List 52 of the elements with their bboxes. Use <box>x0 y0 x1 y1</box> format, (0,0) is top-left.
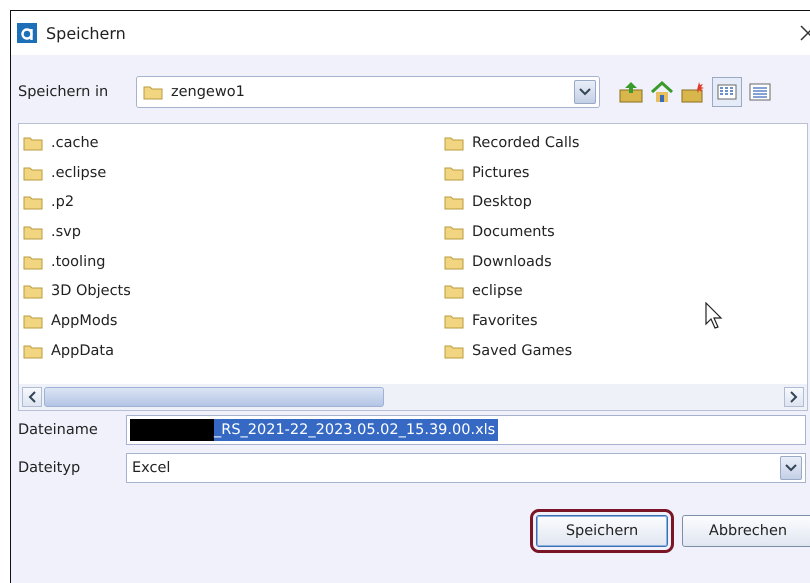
location-label: Speichern in <box>18 84 110 100</box>
folder-icon <box>444 283 464 300</box>
location-dropdown[interactable]: zengewo1 <box>136 76 600 108</box>
folder-item[interactable]: .eclipse <box>23 158 444 188</box>
app-icon <box>17 23 37 43</box>
horizontal-scrollbar[interactable] <box>19 384 807 410</box>
folder-item[interactable]: Documents <box>444 217 744 247</box>
folder-icon <box>444 134 464 151</box>
folder-item[interactable]: 3D Objects <box>23 276 444 306</box>
folder-icon <box>444 194 464 210</box>
folder-item[interactable]: Desktop <box>444 187 744 218</box>
folder-icon <box>23 283 43 300</box>
folder-up-icon[interactable] <box>618 80 644 104</box>
folder-icon <box>444 164 464 181</box>
folder-item[interactable]: .tooling <box>23 246 444 276</box>
folder-item[interactable]: .p2 <box>23 187 444 218</box>
mouse-pointer-icon <box>705 302 723 330</box>
folder-item[interactable]: eclipse <box>444 276 744 306</box>
folder-item[interactable]: Saved Games <box>444 336 744 366</box>
list-view-icon[interactable] <box>712 77 742 107</box>
filetype-dropdown[interactable]: Excel <box>126 453 806 483</box>
folder-icon <box>444 254 464 270</box>
folder-icon <box>143 84 163 100</box>
filename-label: Dateiname <box>18 422 99 438</box>
folder-icon <box>23 224 43 240</box>
folder-item[interactable]: .svp <box>23 217 444 247</box>
folder-icon <box>444 224 464 240</box>
folder-item[interactable]: Downloads <box>444 246 744 276</box>
folder-icon <box>23 134 43 151</box>
folder-icon <box>444 312 464 329</box>
folder-item[interactable]: AppData <box>23 336 444 366</box>
folder-item[interactable]: .cache <box>23 128 444 158</box>
new-folder-icon[interactable] <box>680 80 706 104</box>
details-view-icon[interactable] <box>748 81 772 103</box>
scrollbar-thumb[interactable] <box>44 387 384 407</box>
scroll-left-icon[interactable] <box>22 387 42 407</box>
dialog-button[interactable]: Abbrechen <box>682 515 810 547</box>
folder-item[interactable]: AppMods <box>23 306 444 336</box>
home-icon[interactable] <box>650 80 674 104</box>
folder-icon <box>444 342 464 359</box>
folder-icon <box>23 194 43 210</box>
scroll-right-icon[interactable] <box>784 387 804 407</box>
filename-field[interactable]: _RS_2021-22_2023.05.02_15.39.00.xls <box>126 415 806 445</box>
filetype-label: Dateityp <box>18 460 82 476</box>
folder-item[interactable]: Pictures <box>444 158 744 188</box>
folder-item[interactable]: Recorded Calls <box>444 128 744 158</box>
folder-icon <box>23 342 43 359</box>
folder-item[interactable]: Favorites <box>444 306 744 336</box>
folder-icon <box>23 164 43 181</box>
folder-icon <box>23 312 43 329</box>
window-title: Speichern <box>46 24 127 42</box>
folder-icon <box>23 254 43 270</box>
